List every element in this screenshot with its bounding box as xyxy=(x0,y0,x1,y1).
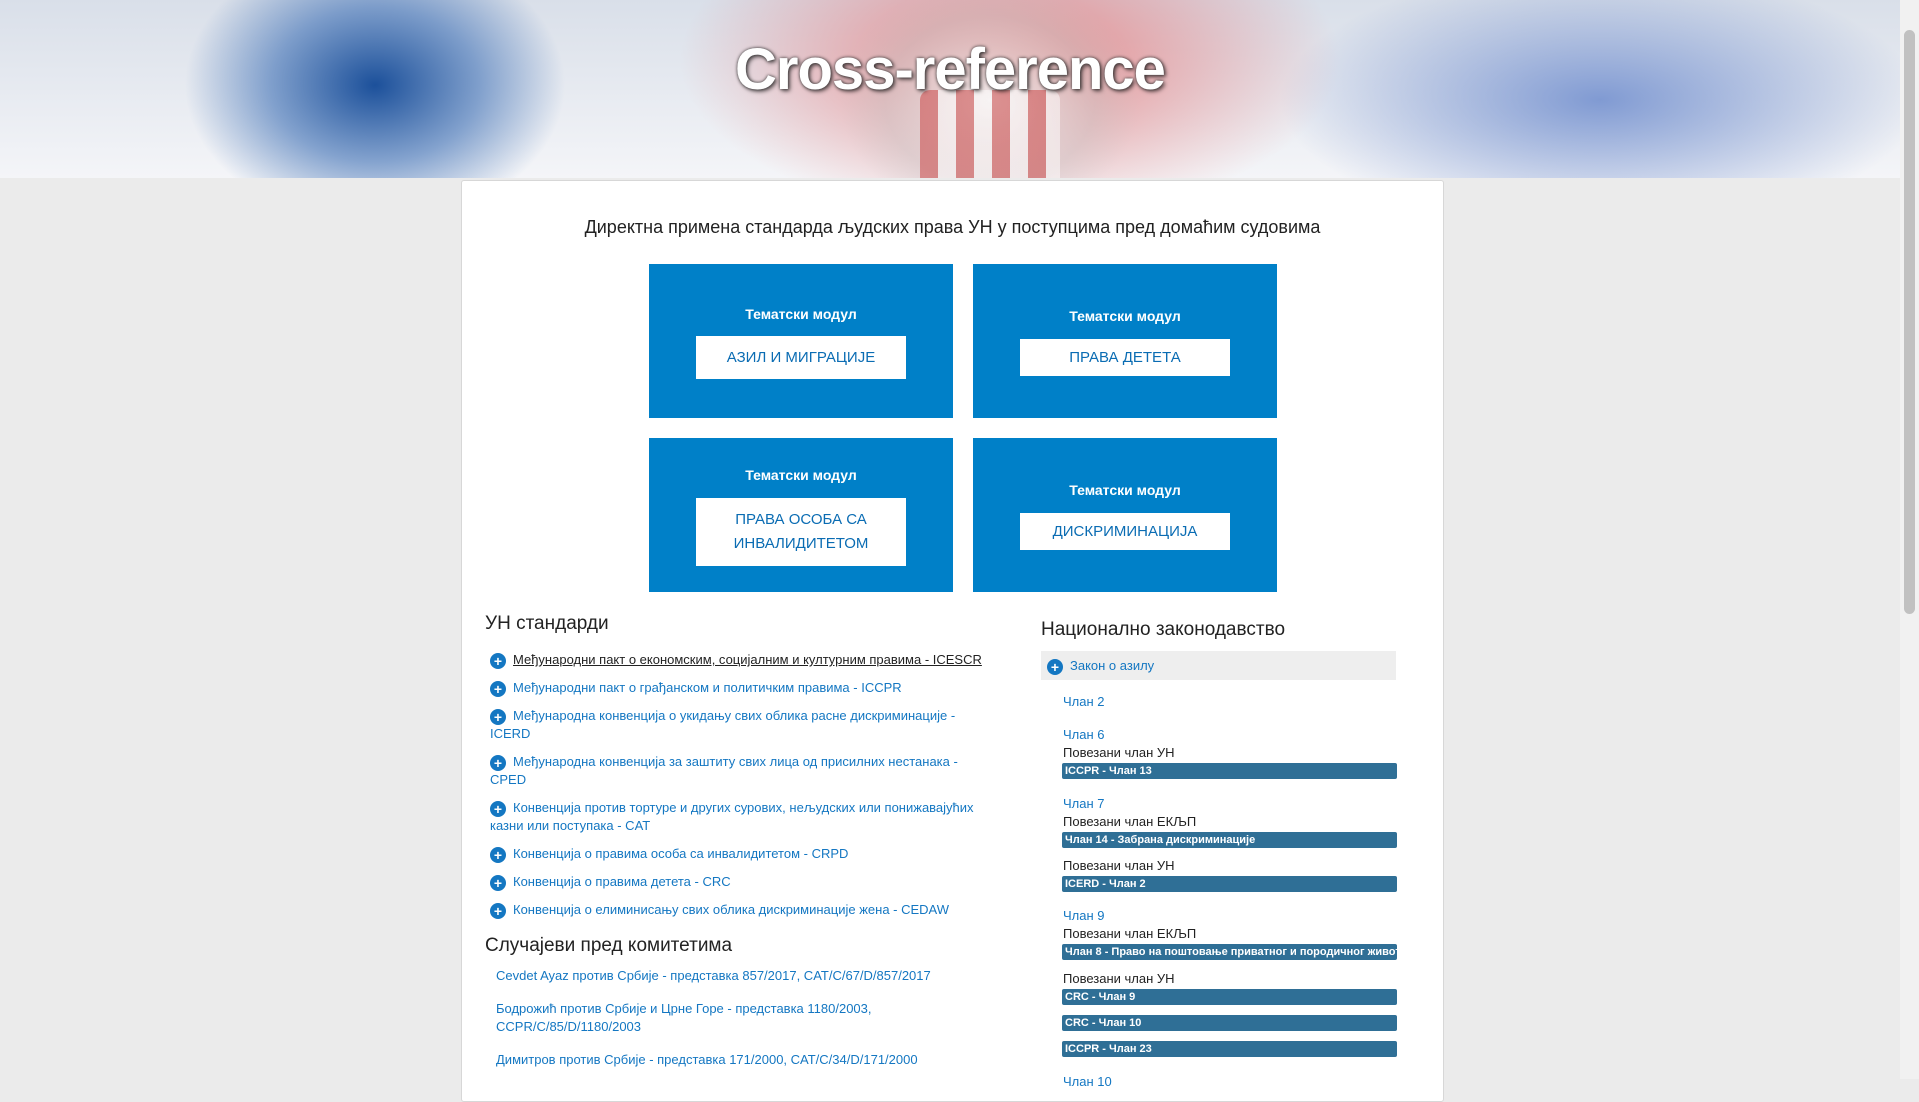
page-scrollbar[interactable] xyxy=(1900,0,1919,1079)
module-disability: Тематски модул ПРАВА ОСОБА СА ИНВАЛИДИТЕ… xyxy=(649,438,953,592)
article-link[interactable]: Члан 10 xyxy=(1063,1074,1112,1089)
plus-circle-icon: + xyxy=(490,681,506,697)
related-article-tag[interactable]: Члан 14 - Забрана дискриминације xyxy=(1062,832,1397,848)
module-discrimination: Тематски модул ДИСКРИМИНАЦИЈА xyxy=(973,438,1277,592)
plus-circle-icon: + xyxy=(490,755,506,771)
module-discrimination-button[interactable]: ДИСКРИМИНАЦИЈА xyxy=(1020,513,1230,550)
scrollbar-thumb[interactable] xyxy=(1904,30,1915,614)
related-article-tag[interactable]: ICCPR - Члан 13 xyxy=(1062,763,1397,779)
un-standard-item[interactable]: + Конвенција о правима детета - CRC xyxy=(490,873,990,891)
cases-heading: Случајеви пред комитетима xyxy=(485,935,733,956)
article-link[interactable]: Члан 9 xyxy=(1063,908,1105,923)
un-standard-item[interactable]: + Конвенција против тортуре и других суро… xyxy=(490,799,990,835)
module-label: Тематски модул xyxy=(1069,308,1181,324)
related-article-tag[interactable]: Члан 8 - Право на поштовање приватног и … xyxy=(1062,944,1397,960)
related-article-tag[interactable]: CRC - Члан 9 xyxy=(1062,989,1397,1005)
module-child-rights-button[interactable]: ПРАВА ДЕТЕТА xyxy=(1020,339,1230,376)
related-article-tag[interactable]: CRC - Члан 10 xyxy=(1062,1015,1397,1031)
module-asylum-button[interactable]: АЗИЛ И МИГРАЦИЈЕ xyxy=(696,336,906,379)
un-standard-item[interactable]: + Конвенција о правима особа са инвалидит… xyxy=(490,845,990,863)
un-standards-heading: УН стандарди xyxy=(485,613,609,634)
related-label: Повезани члан ЕКЉП xyxy=(1063,926,1197,941)
site-title: Cross-reference xyxy=(735,37,1166,102)
plus-circle-icon: + xyxy=(490,653,506,669)
page-subtitle: Директна примена стандарда људских права… xyxy=(584,217,1321,237)
related-label: Повезани члан УН xyxy=(1063,745,1175,760)
un-standard-item[interactable]: + Међународни пакт о економским, социјалн… xyxy=(490,651,990,669)
plus-circle-icon: + xyxy=(490,847,506,863)
module-asylum: Тематски модул АЗИЛ И МИГРАЦИЈЕ xyxy=(649,264,953,418)
un-standard-item[interactable]: + Међународна конвенција о укидању свих о… xyxy=(490,707,990,743)
case-link[interactable]: Бодрожић против Србије и Црне Горе - пре… xyxy=(496,1000,896,1036)
related-article-tag[interactable]: ICCPR - Члан 23 xyxy=(1062,1041,1397,1057)
un-standard-item[interactable]: + Конвенција о елиминисању свих облика ди… xyxy=(490,901,990,919)
article-link[interactable]: Члан 2 xyxy=(1063,694,1105,709)
related-label: Повезани члан УН xyxy=(1063,971,1175,986)
plus-circle-icon: + xyxy=(490,903,506,919)
article-link[interactable]: Члан 7 xyxy=(1063,796,1105,811)
un-standard-item[interactable]: + Међународни пакт о грађанском и политич… xyxy=(490,679,990,697)
plus-circle-icon: + xyxy=(490,801,506,817)
related-label: Повезани члан УН xyxy=(1063,858,1175,873)
module-label: Тематски модул xyxy=(745,306,857,322)
un-standard-item[interactable]: + Међународна конвенција за заштиту свих … xyxy=(490,753,990,789)
national-legislation-heading: Национално законодавство xyxy=(1041,619,1286,640)
main-card: Директна примена стандарда људских права… xyxy=(461,180,1444,1102)
plus-circle-icon: + xyxy=(490,709,506,725)
plus-circle-icon: + xyxy=(1047,659,1063,675)
related-article-tag[interactable]: ICERD - Члан 2 xyxy=(1062,876,1397,892)
case-link[interactable]: Cevdet Ayaz против Србије - представка 8… xyxy=(496,967,976,985)
article-link[interactable]: Члан 6 xyxy=(1063,727,1105,742)
module-label: Тематски модул xyxy=(1069,482,1181,498)
case-link[interactable]: Димитров против Србије - представка 171/… xyxy=(496,1051,976,1069)
module-disability-button[interactable]: ПРАВА ОСОБА СА ИНВАЛИДИТЕТОМ xyxy=(696,498,906,566)
module-child-rights: Тематски модул ПРАВА ДЕТЕТА xyxy=(973,264,1277,418)
plus-circle-icon: + xyxy=(490,875,506,891)
header-banner: Cross-reference xyxy=(0,0,1900,178)
module-label: Тематски модул xyxy=(745,467,857,483)
related-label: Повезани члан ЕКЉП xyxy=(1063,814,1197,829)
accordion-asylum-law[interactable]: + Закон о азилу xyxy=(1041,651,1396,680)
